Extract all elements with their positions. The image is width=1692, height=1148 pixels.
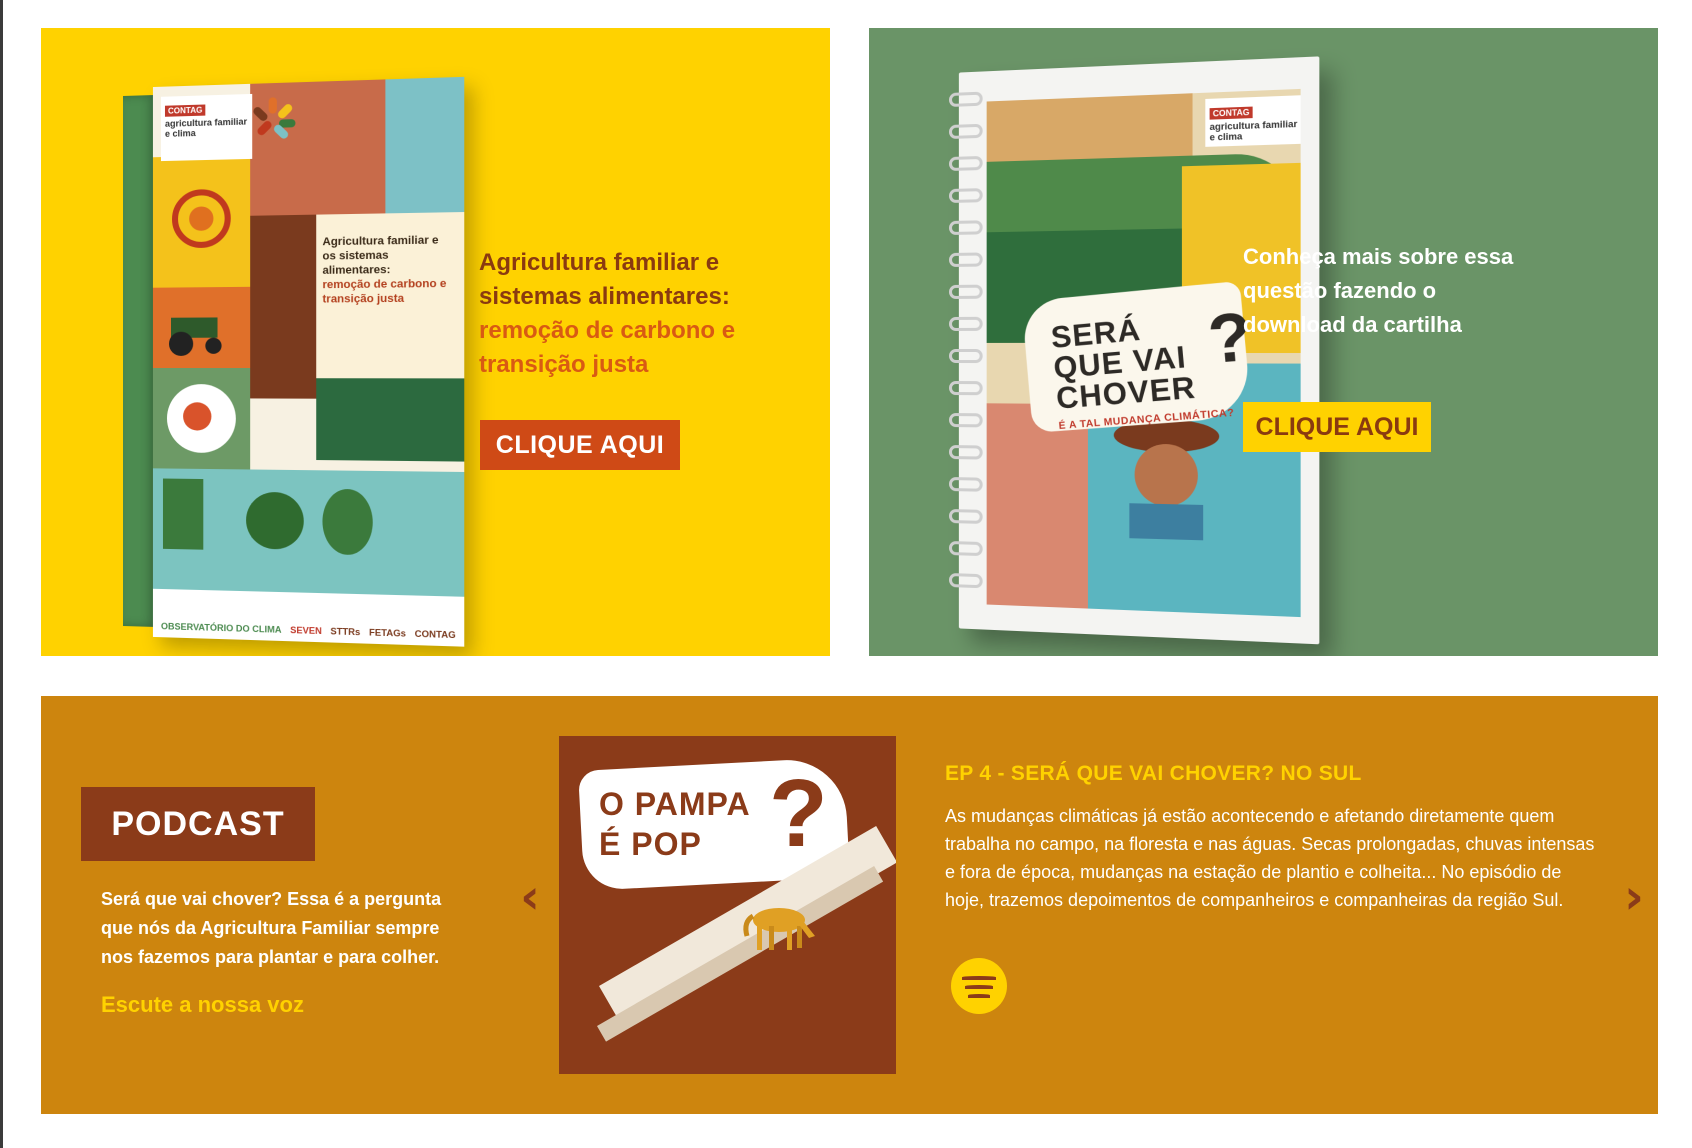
booklet-description: Conheça mais sobre essa questão fazendo …: [1243, 244, 1514, 337]
booklet-card-chover: CONTAG agricultura familiar e clima SERÁ…: [869, 28, 1658, 656]
publication-card-agricultura: CONTAG agricultura familiar e clima Agri…: [41, 28, 830, 656]
cover-tile-sun: [152, 154, 251, 288]
podcast-intro: Será que vai chover? Essa é a pergunta q…: [101, 889, 442, 967]
podcast-section: PODCAST Será que vai chover? Essa é a pe…: [41, 696, 1658, 1114]
partner-contag: CONTAG: [414, 628, 456, 641]
spotify-icon[interactable]: [951, 958, 1007, 1014]
publication-subtitle: remoção de carbono e transição justa: [479, 317, 736, 378]
episode-cover-art[interactable]: O PAMPA É POP ?: [559, 736, 896, 1074]
notebook-title: SERÁ QUE VAI CHOVER: [1049, 313, 1198, 416]
chevron-right-icon[interactable]: ›: [1619, 871, 1649, 923]
cover-tile-plate: [152, 368, 251, 470]
book-logo: CONTAG agricultura familiar e clima: [160, 93, 253, 162]
notebook-page: CONTAG agricultura familiar e clima SERÁ…: [958, 56, 1320, 645]
podcast-badge: PODCAST: [81, 787, 315, 861]
book-cover: CONTAG agricultura familiar e clima Agri…: [152, 76, 465, 647]
clique-aqui-button-booklet[interactable]: CLIQUE AQUI: [1243, 402, 1431, 452]
cover-title-line1: O PAMPA: [599, 786, 751, 822]
publication-heading: Agricultura familiar e sistemas alimenta…: [479, 246, 789, 382]
page-left-border: [0, 0, 3, 1148]
chevron-left-icon[interactable]: ‹: [515, 871, 545, 923]
partner-fetags: FETAGs: [369, 627, 406, 639]
book-title-main: Agricultura familiar e os sistemas alime…: [322, 234, 439, 277]
notebook-title-bubble: SERÁ QUE VAI CHOVER ? É A TAL MUDANÇA CL…: [1021, 280, 1255, 433]
cover-tile-carrot: [250, 214, 317, 399]
book-mockup: CONTAG agricultura familiar e clima Agri…: [123, 76, 465, 656]
book-logo-tag: CONTAG: [164, 104, 206, 117]
sun-illustration: [153, 155, 250, 288]
cover-title: O PAMPA É POP: [599, 784, 751, 864]
episode-title: EP 4 - SERÁ QUE VAI CHOVER? NO SUL: [945, 762, 1362, 785]
book-logo-text: agricultura familiar e clima: [164, 116, 248, 139]
cover-tile-veg: [385, 76, 465, 214]
partner-sttrs: STTRs: [330, 626, 361, 638]
book-spine: [123, 94, 157, 628]
publication-title: Agricultura familiar e sistemas alimenta…: [479, 249, 730, 310]
book-title-highlight: remoção de carbono e transição justa: [322, 277, 447, 306]
cover-title-line2: É POP: [599, 826, 702, 862]
notebook-mockup: CONTAG agricultura familiar e clima SERÁ…: [949, 56, 1320, 649]
listen-link[interactable]: Escute a nossa voz: [101, 992, 304, 1018]
notebook-logo-tag: CONTAG: [1209, 106, 1253, 120]
episode-description: As mudanças climáticas já estão acontece…: [945, 806, 1595, 910]
cover-question-mark: ?: [769, 760, 828, 867]
clique-aqui-button-publication[interactable]: CLIQUE AQUI: [480, 420, 680, 470]
notebook-cover-art: CONTAG agricultura familiar e clima SERÁ…: [986, 88, 1301, 618]
book-cover-title: Agricultura familiar e os sistemas alime…: [322, 233, 453, 307]
partner-seven: SEVEN: [290, 624, 322, 637]
cover-tile-leaves: [316, 378, 465, 462]
notebook-logo: CONTAG agricultura familiar e clima: [1205, 95, 1301, 147]
notebook-logo-text: agricultura familiar e clima: [1209, 118, 1298, 143]
horse-illustration: [743, 908, 815, 950]
cover-tile-tractor: [152, 286, 251, 368]
flower-logo-icon: [251, 97, 296, 141]
cover-tile-garden: [152, 468, 465, 597]
spiral-binding: [949, 91, 989, 614]
